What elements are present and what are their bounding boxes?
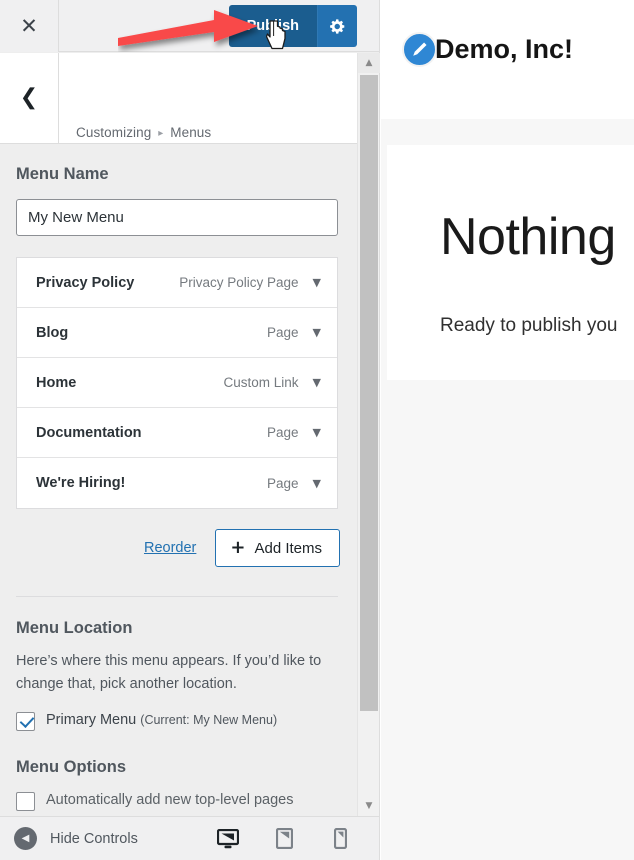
menu-item-row[interactable]: We're Hiring! Page ▼ — [17, 458, 337, 508]
customizer-content: Menu Name Privacy Policy Privacy Policy … — [0, 144, 356, 811]
breadcrumb-separator-icon: ▸ — [158, 128, 163, 139]
menu-item-row[interactable]: Home Custom Link ▼ — [17, 358, 337, 408]
pencil-icon — [410, 40, 429, 59]
chevron-down-icon[interactable]: ▼ — [313, 426, 321, 439]
hide-controls-button[interactable]: ◀ Hide Controls — [14, 827, 138, 850]
chevron-down-icon[interactable]: ▼ — [313, 276, 321, 289]
auto-add-pages-label: Automatically add new top-level pages — [46, 791, 293, 811]
breadcrumb-current: Menus — [170, 125, 211, 140]
customizer-panel: ✕ Publish — [0, 0, 380, 860]
menu-item-row[interactable]: Privacy Policy Privacy Policy Page ▼ — [17, 258, 337, 308]
hide-controls-label: Hide Controls — [50, 831, 138, 847]
back-button[interactable]: ❮ — [0, 53, 59, 143]
preview-heading: Nothing — [440, 207, 616, 267]
breadcrumb-root[interactable]: Customizing — [76, 125, 151, 140]
menu-item-row[interactable]: Documentation Page ▼ — [17, 408, 337, 458]
device-preview-buttons — [215, 826, 353, 852]
menu-location-description: Here’s where this menu appears. If you’d… — [0, 638, 356, 697]
close-customizer-button[interactable]: ✕ — [0, 0, 59, 52]
primary-menu-location-row[interactable]: Primary Menu (Current: My New Menu) — [0, 697, 356, 731]
customizer-topbar: ✕ Publish — [0, 0, 379, 52]
chevron-left-icon: ❮ — [20, 87, 38, 109]
preview-paragraph: Ready to publish you — [440, 315, 617, 337]
preview-mobile-button[interactable] — [327, 826, 353, 852]
menu-item-type: Page — [267, 476, 299, 491]
primary-menu-label: Primary Menu (Current: My New Menu) — [46, 711, 277, 731]
menu-item-type: Custom Link — [224, 375, 299, 390]
chevron-down-icon[interactable]: ▼ — [313, 326, 321, 339]
menu-name-label: Menu Name — [0, 144, 356, 184]
menu-name-input[interactable] — [16, 199, 338, 236]
preview-branding[interactable]: Demo, Inc! — [402, 32, 573, 67]
reorder-link[interactable]: Reorder — [144, 540, 196, 556]
panel-scrollbar[interactable]: ▲ ▼ — [357, 53, 379, 816]
chevron-down-icon[interactable]: ▼ — [313, 477, 321, 490]
menu-item-title: Home — [36, 375, 76, 391]
primary-menu-label-text: Primary Menu — [46, 712, 136, 728]
menu-item-actions: Reorder + Add Items — [0, 529, 340, 567]
preview-tablet-button[interactable] — [271, 826, 297, 852]
tablet-icon — [276, 828, 293, 849]
scrollbar-thumb[interactable] — [360, 75, 378, 711]
menu-items-list: Privacy Policy Privacy Policy Page ▼ Blo… — [16, 257, 338, 509]
site-logo — [402, 32, 437, 67]
publish-settings-button[interactable] — [317, 5, 357, 47]
menu-item-title: Privacy Policy — [36, 275, 134, 291]
auto-add-pages-checkbox[interactable] — [16, 792, 35, 811]
customizer-footer: ◀ Hide Controls — [0, 816, 379, 860]
collapse-icon: ◀ — [14, 827, 37, 850]
publish-button[interactable]: Publish — [229, 5, 317, 47]
site-preview[interactable]: Demo, Inc! Nothing Ready to publish you — [381, 0, 634, 860]
menu-item-title: Documentation — [36, 425, 142, 441]
auto-add-pages-row[interactable]: Automatically add new top-level pages — [0, 777, 356, 811]
menu-item-type: Privacy Policy Page — [179, 275, 298, 290]
chevron-down-icon[interactable]: ▼ — [313, 376, 321, 389]
scroll-up-arrow-icon[interactable]: ▲ — [358, 53, 380, 73]
site-title: Demo, Inc! — [435, 34, 573, 65]
breadcrumb: Customizing ▸ Menus — [76, 125, 211, 140]
preview-content-card: Nothing Ready to publish you — [387, 145, 634, 380]
menu-location-heading: Menu Location — [0, 597, 356, 638]
add-items-label: Add Items — [254, 540, 322, 557]
back-arrow-icon: ◀ — [22, 834, 30, 844]
customizer-screen: ✕ Publish — [0, 0, 634, 860]
plus-icon: + — [230, 539, 245, 557]
menu-options-heading: Menu Options — [0, 731, 356, 777]
primary-menu-checkbox[interactable] — [16, 712, 35, 731]
menu-item-type: Page — [267, 325, 299, 340]
primary-menu-current-note: (Current: My New Menu) — [140, 713, 277, 727]
scroll-down-arrow-icon[interactable]: ▼ — [358, 796, 380, 816]
menu-item-type: Page — [267, 425, 299, 440]
section-header: ❮ Customizing ▸ Menus My New Menu — [0, 53, 379, 144]
gear-icon — [329, 18, 346, 35]
customizer-body: Menu Name Privacy Policy Privacy Policy … — [0, 144, 379, 816]
menu-item-title: We're Hiring! — [36, 475, 125, 491]
preview-site-header: Demo, Inc! — [381, 0, 634, 119]
preview-desktop-button[interactable] — [215, 826, 241, 852]
menu-item-row[interactable]: Blog Page ▼ — [17, 308, 337, 358]
add-items-button[interactable]: + Add Items — [215, 529, 340, 567]
topbar-actions: Publish — [229, 5, 357, 47]
close-icon: ✕ — [20, 16, 38, 37]
desktop-icon — [217, 829, 239, 849]
menu-item-title: Blog — [36, 325, 68, 341]
mobile-icon — [334, 828, 347, 849]
